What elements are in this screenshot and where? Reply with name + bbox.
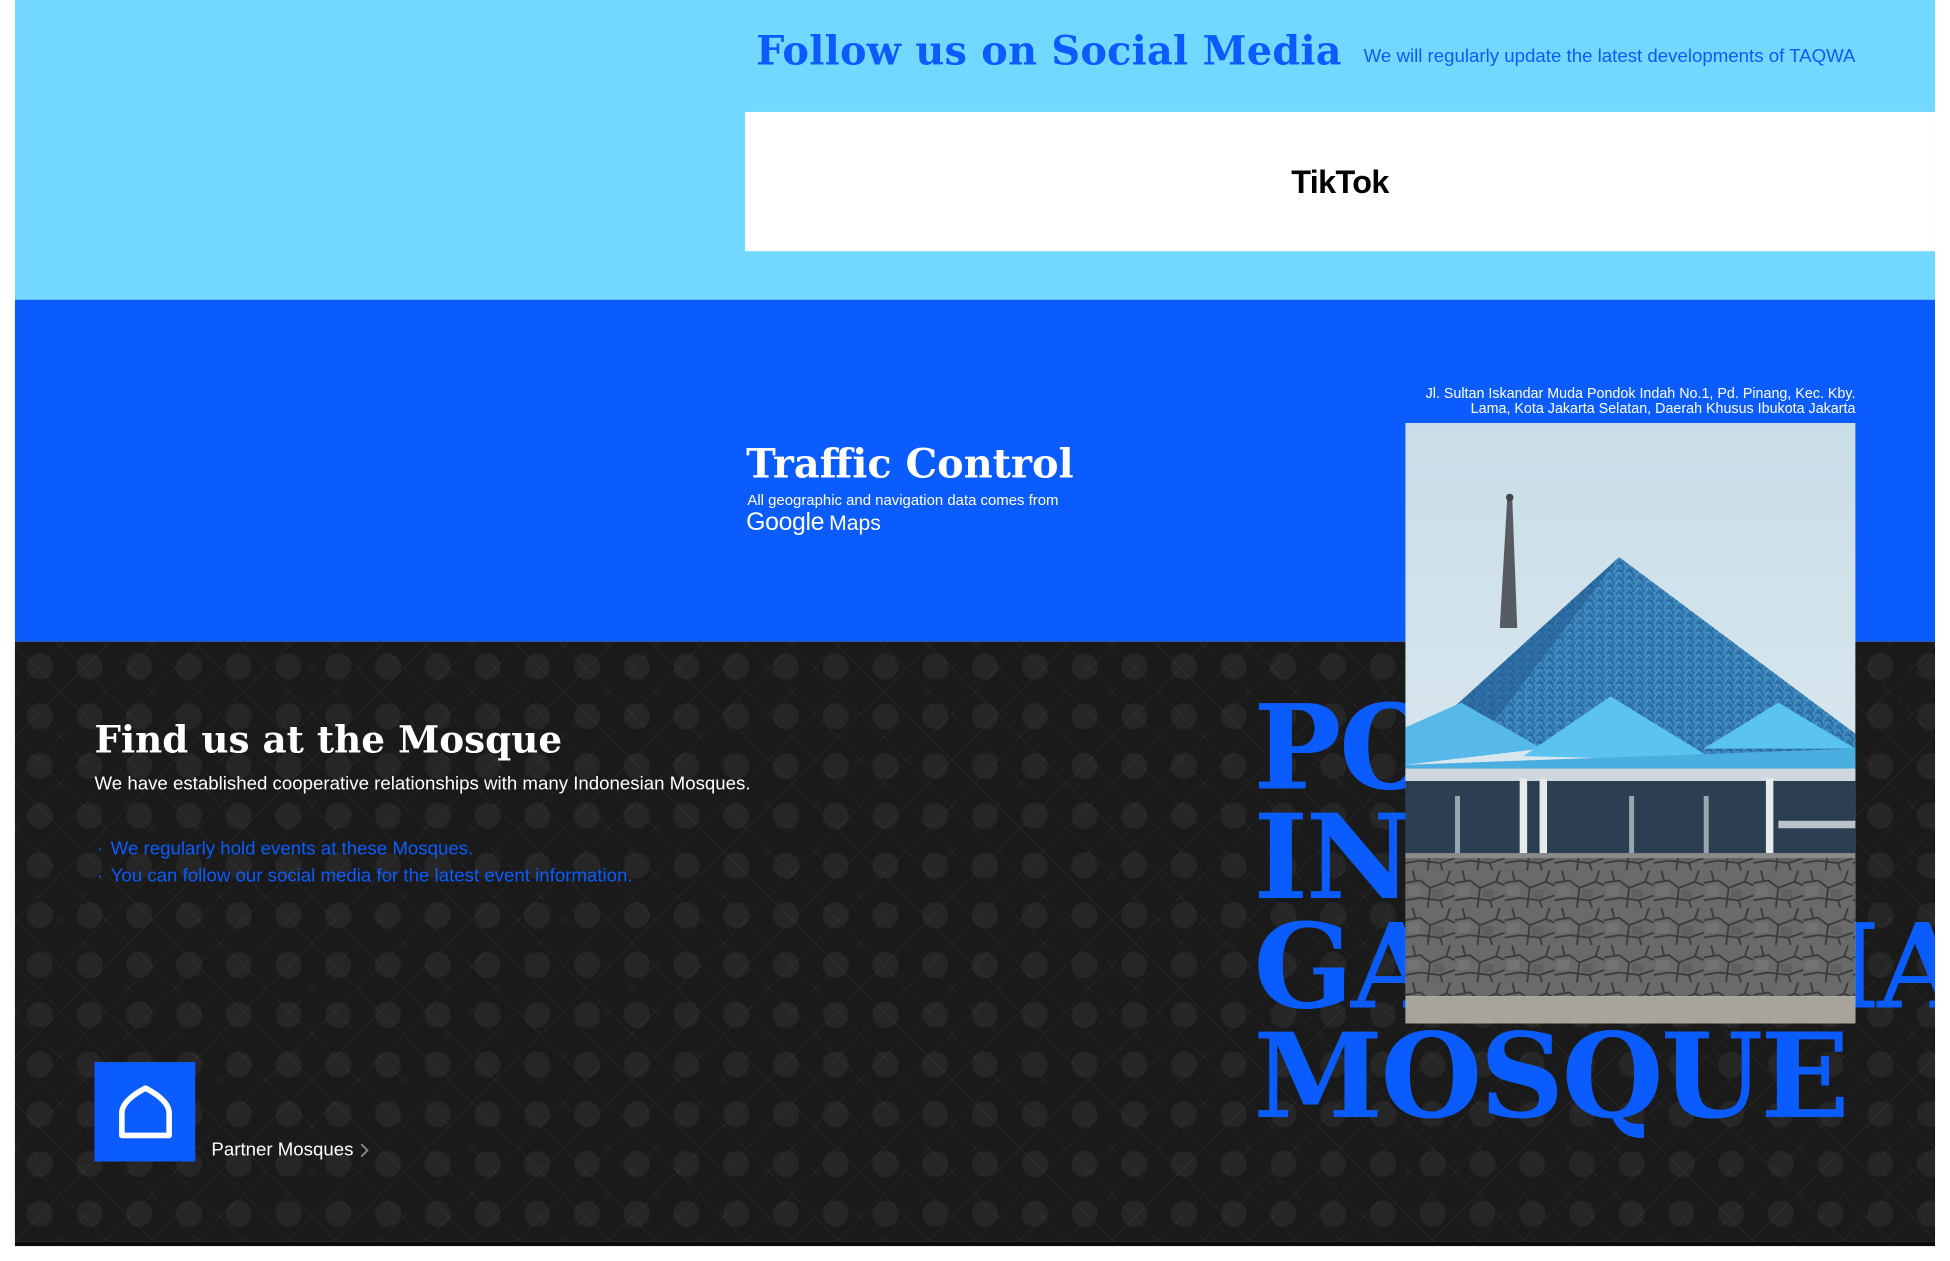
social-media-section: Follow us on Social Media We will regula… (14, 0, 1936, 300)
left-margin (0, 0, 15, 1261)
social-subtitle: We will regularly update the latest deve… (1363, 46, 1856, 68)
find-us-title: Find us at the Mosque (94, 718, 563, 763)
tiktok-link-card[interactable]: TikTok (744, 111, 1936, 252)
right-margin (1935, 0, 1950, 1261)
mosque-photo (1405, 422, 1856, 1024)
tiktok-logo: TikTok (1291, 162, 1389, 200)
traffic-title: Traffic Control (746, 440, 1074, 488)
mosque-dome-icon (118, 1085, 172, 1139)
bottom-divider (14, 1241, 1936, 1247)
social-title: Follow us on Social Media (756, 27, 1342, 75)
partner-mosques-label: Partner Mosques (211, 1139, 354, 1161)
google-wordmark: Google (746, 508, 825, 536)
partner-mosques-link[interactable]: Partner Mosques (211, 1139, 370, 1161)
google-maps-logo: Google Maps (746, 509, 881, 538)
find-us-description: We have established cooperative relation… (94, 773, 751, 795)
partner-mosques-logo[interactable] (94, 1062, 196, 1162)
mosque-photo-illustration (1405, 422, 1856, 1024)
event-list: We regularly hold events at these Mosque… (97, 836, 633, 891)
traffic-subtitle: All geographic and navigation data comes… (747, 491, 1059, 509)
page: Follow us on Social Media We will regula… (0, 0, 1950, 1261)
mosque-address: Jl. Sultan Iskandar Muda Pondok Indah No… (1425, 386, 1856, 416)
maps-wordmark: Maps (829, 511, 881, 535)
event-list-item: You can follow our social media for the … (97, 863, 633, 890)
mosque-name-line: MOSQUE (1253, 1008, 1850, 1146)
chevron-right-icon (360, 1142, 370, 1157)
event-list-item: We regularly hold events at these Mosque… (97, 836, 633, 863)
